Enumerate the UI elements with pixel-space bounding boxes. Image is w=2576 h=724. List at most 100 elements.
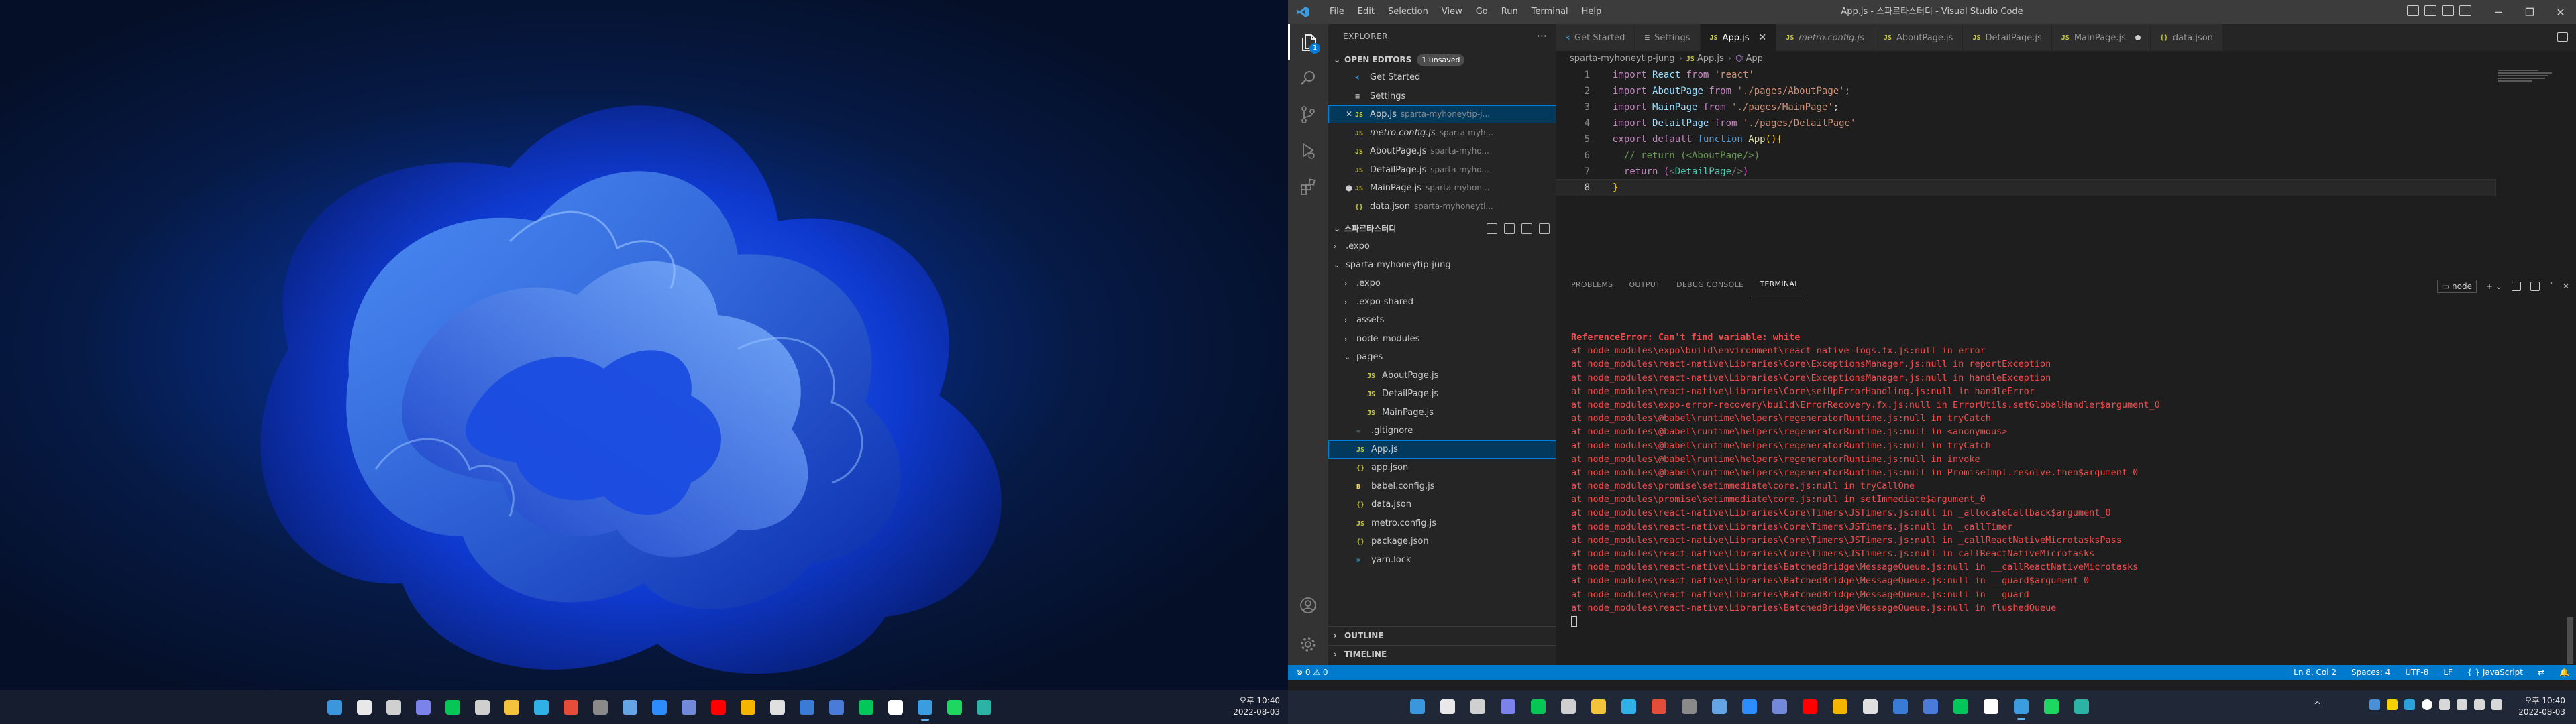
status-language[interactable]: { } JavaScript (2467, 665, 2523, 680)
taskbar-app[interactable] (1980, 696, 2002, 717)
open-editor-item[interactable]: ✕ JS App.js sparta-myhoneytip-j... (1328, 105, 1556, 123)
taskbar-app[interactable] (1799, 696, 1821, 717)
terminal-scrollbar[interactable] (2567, 617, 2573, 664)
maximize-panel-icon[interactable]: ˄ (2549, 282, 2553, 291)
tree-item[interactable]: › node_modules (1328, 330, 1556, 348)
taskbar-app[interactable] (1557, 696, 1580, 717)
tree-item[interactable]: › .expo-shared (1328, 293, 1556, 311)
open-editor-item[interactable]: ● JS MainPage.js sparta-myhon... (1328, 179, 1556, 197)
status-indentation[interactable]: Spaces: 4 (2351, 665, 2390, 680)
menu-item-run[interactable]: Run (1495, 0, 1525, 24)
breadcrumb-file[interactable]: App.js (1697, 54, 1724, 64)
open-editor-item[interactable]: JS AboutPage.js sparta-myho... (1328, 142, 1556, 160)
taskbar-app[interactable] (323, 697, 346, 718)
toggle-sidebar-icon[interactable] (2407, 5, 2419, 16)
menu-item-go[interactable]: Go (1469, 0, 1495, 24)
outline-header[interactable]: › OUTLINE (1328, 626, 1556, 644)
taskbar-app[interactable] (1949, 696, 1972, 717)
refresh-icon[interactable] (1521, 223, 1532, 234)
close-icon[interactable]: ✕ (1758, 32, 1766, 43)
collapse-all-icon[interactable] (1539, 223, 1550, 234)
editor-tab[interactable]: JS DetailPage.js (1963, 24, 2052, 51)
open-editor-item[interactable]: JS metro.config.js sparta-myh... (1328, 124, 1556, 142)
taskbar-app[interactable] (1617, 696, 1640, 717)
status-encoding[interactable]: UTF-8 (2405, 665, 2428, 680)
breadcrumb-symbol[interactable]: App (1746, 54, 1762, 64)
explorer-activity[interactable]: 1 (1288, 24, 1328, 60)
panel-tab-terminal[interactable]: TERMINAL (1753, 272, 1806, 298)
toggle-secondary-sidebar-icon[interactable] (2442, 5, 2454, 16)
close-icon[interactable]: ✕ (1343, 105, 1355, 123)
taskbar-app[interactable] (943, 697, 966, 718)
menu-item-view[interactable]: View (1435, 0, 1469, 24)
restore-button[interactable]: ❐ (2514, 0, 2545, 24)
taskbar-app[interactable] (382, 697, 405, 718)
unsaved-dot-icon[interactable]: ● (1343, 179, 1355, 197)
taskbar-app[interactable] (2010, 696, 2033, 720)
taskbar-app[interactable] (1829, 696, 1851, 717)
taskbar-app[interactable] (1859, 696, 1882, 717)
status-eol[interactable]: LF (2443, 665, 2453, 680)
taskbar-app[interactable] (530, 697, 553, 718)
speaker-icon[interactable] (2457, 699, 2467, 710)
taskbar-app[interactable] (825, 697, 848, 718)
tree-item[interactable]: {} package.json (1328, 532, 1556, 550)
taskbar-app[interactable] (1527, 696, 1550, 717)
customize-layout-icon[interactable] (2459, 5, 2471, 16)
tree-item[interactable]: ⌄ sparta-myhoneytip-jung (1328, 256, 1556, 274)
taskbar-app[interactable] (1919, 696, 1942, 717)
taskbar-app[interactable] (1497, 696, 1519, 717)
panel-tab-debug-console[interactable]: DEBUG CONSOLE (1670, 272, 1750, 298)
tree-item[interactable]: JS DetailPage.js (1328, 385, 1556, 403)
editor-tab[interactable]: JS AboutPage.js (1874, 24, 1964, 51)
tree-item[interactable]: ◆ .gitignore (1328, 422, 1556, 440)
split-editor-icon[interactable] (2557, 32, 2568, 42)
taskbar-app[interactable] (1889, 696, 1912, 717)
taskbar-app[interactable] (1738, 696, 1761, 717)
close-panel-icon[interactable]: ✕ (2563, 282, 2569, 291)
taskbar-app[interactable] (619, 697, 641, 718)
menu-item-selection[interactable]: Selection (1381, 0, 1435, 24)
panel-tab-output[interactable]: OUTPUT (1622, 272, 1667, 298)
terminal-prompt[interactable] (1571, 615, 2551, 628)
new-terminal-button[interactable]: + ⌄ (2486, 282, 2502, 291)
tree-item[interactable]: Bbabel.config.js (1328, 477, 1556, 495)
onedrive-icon[interactable] (2369, 699, 2380, 710)
taskbar-app[interactable] (678, 697, 700, 718)
tray-chevron-icon[interactable]: ^ (2314, 701, 2321, 711)
taskbar-app[interactable] (353, 697, 376, 718)
taskbar-app[interactable] (2070, 696, 2093, 717)
open-editors-header[interactable]: ⌄ OPEN EDITORS 1 unsaved (1328, 51, 1556, 68)
terminal-output[interactable]: ReferenceError: Can't find variable: whi… (1571, 330, 2551, 628)
taskbar-app[interactable] (1648, 696, 1670, 717)
editor-tab[interactable]: ≡ Settings (1635, 24, 1701, 51)
editor-tab[interactable]: ≺ Get Started (1556, 24, 1635, 51)
notifications-icon[interactable]: 🔔 (2559, 665, 2569, 680)
tray-app-icon[interactable] (2422, 699, 2432, 710)
tree-item[interactable]: JS metro.config.js (1328, 514, 1556, 532)
timeline-header[interactable]: › TIMELINE (1328, 645, 1556, 662)
telegram-icon[interactable] (2404, 699, 2415, 710)
tree-item[interactable]: JS App.js (1328, 440, 1556, 459)
run-debug-activity[interactable] (1288, 133, 1328, 169)
toggle-panel-icon[interactable] (2424, 5, 2436, 16)
open-editor-item[interactable]: ≡ Settings (1328, 87, 1556, 105)
taskbar-app[interactable] (914, 697, 936, 721)
close-button[interactable]: ✕ (2545, 0, 2576, 24)
editor-tab[interactable]: {} data.json (2150, 24, 2223, 51)
code-editor[interactable]: 1 import React from 'react' 2 import AboutP… (1556, 67, 2576, 268)
manage-activity[interactable] (1288, 626, 1328, 662)
menu-item-help[interactable]: Help (1575, 0, 1609, 24)
extensions-activity[interactable] (1288, 169, 1328, 205)
trash-icon[interactable] (2530, 282, 2540, 291)
terminal-process-select[interactable]: ▭ node (2436, 280, 2477, 293)
folder-header[interactable]: ⌄ 스파르타스터디 (1328, 220, 1556, 237)
tree-item[interactable]: ≋ yarn.lock (1328, 551, 1556, 569)
taskbar-app[interactable] (559, 697, 582, 718)
taskbar-app[interactable] (412, 697, 435, 718)
taskbar-app[interactable] (766, 697, 789, 718)
split-terminal-icon[interactable] (2511, 282, 2521, 291)
taskbar-app[interactable] (1436, 696, 1459, 717)
taskbar-app[interactable] (707, 697, 730, 718)
minimize-button[interactable]: ─ (2483, 0, 2514, 24)
